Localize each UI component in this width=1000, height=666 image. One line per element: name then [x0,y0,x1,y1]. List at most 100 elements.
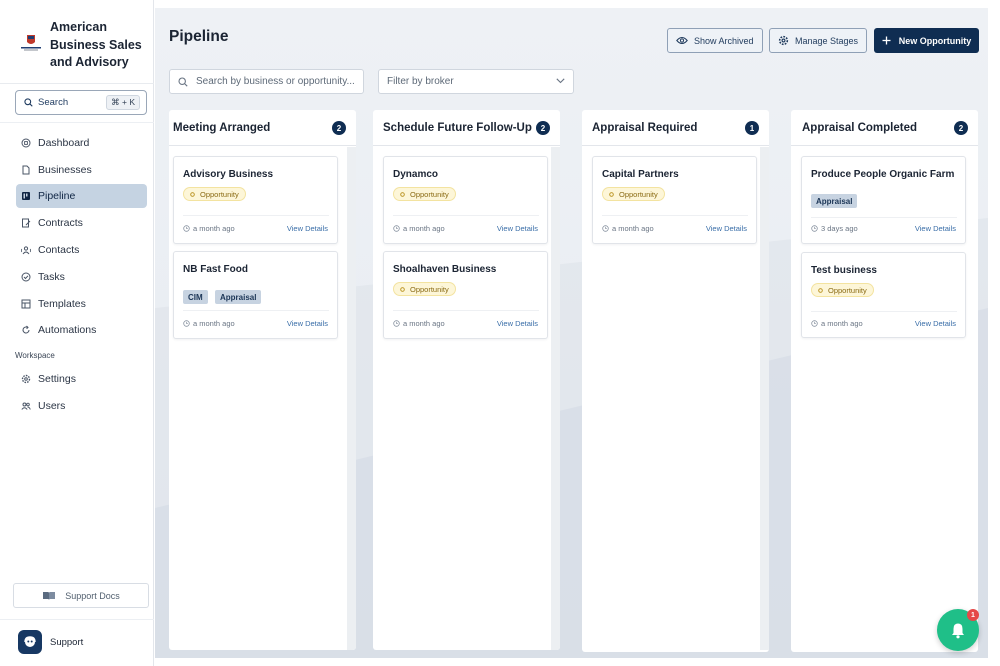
gear-icon [778,35,789,46]
opportunity-badge: Opportunity [393,187,456,201]
opportunity-card[interactable]: Dynamco Opportunity a month ago View Det… [383,156,548,244]
gear-icon [21,374,31,384]
view-details-link[interactable]: View Details [287,319,328,328]
pipeline-column: Appraisal Completed 2 Produce People Org… [791,110,978,652]
sidebar-item-businesses[interactable]: Businesses [16,158,147,182]
timestamp-label: a month ago [403,224,445,233]
opportunity-card[interactable]: Produce People Organic Farm Appraisal 3 … [801,156,966,244]
sidebar-item-tasks[interactable]: Tasks [16,265,147,289]
card-title: Dynamco [393,169,439,180]
sidebar-item-automations[interactable]: Automations [16,318,147,342]
sidebar-item-label: Businesses [38,164,92,176]
support-docs-label: Support Docs [65,590,120,601]
divider [0,122,154,123]
view-details-link[interactable]: View Details [915,224,956,233]
automation-icon [22,325,30,334]
new-opportunity-button[interactable]: New Opportunity [874,28,979,53]
pipeline-column: Meeting Arranged 2 Advisory Business Opp… [169,110,356,650]
tag-badge: CIM [183,290,208,304]
opportunity-badge: Opportunity [393,282,456,296]
book-icon [43,591,56,600]
sidebar-item-pipeline[interactable]: Pipeline [16,184,147,208]
column-title: Appraisal Completed [802,122,918,134]
column-header: Schedule Future Follow-Up 2 [373,110,560,146]
support-icon [24,636,36,647]
opportunity-badge: Opportunity [183,187,246,201]
tag-badge: Appraisal [811,194,858,208]
sidebar-item-users[interactable]: Users [16,394,147,418]
sidebar-item-dashboard[interactable]: Dashboard [16,131,147,155]
broker-filter-select[interactable]: Filter by broker [378,69,574,94]
timestamp-label: a month ago [193,319,235,328]
card-divider [811,217,957,218]
sidebar-item-label: Automations [38,324,97,336]
view-details-link[interactable]: View Details [915,319,956,328]
sidebar-search-label: Search [38,97,69,108]
support-avatar[interactable] [18,630,42,654]
sidebar-item-contacts[interactable]: Contacts [16,238,147,262]
column-count-badge: 2 [332,121,346,135]
column-body: Capital Partners Opportunity a month ago… [582,147,769,650]
card-timestamp: a month ago [602,224,654,233]
opportunity-card[interactable]: Shoalhaven Business Opportunity a month … [383,251,548,339]
column-count-badge: 2 [954,121,968,135]
timestamp-label: a month ago [193,224,235,233]
card-divider [183,215,329,216]
card-title: Shoalhaven Business [393,264,497,275]
lightbulb-icon [190,191,195,197]
workspace-label: Workspace [15,351,55,360]
timestamp-label: 3 days ago [821,224,858,233]
users-icon [21,402,31,410]
view-details-link[interactable]: View Details [287,224,328,233]
sidebar-search[interactable]: Search ⌘ + K [15,90,147,115]
brand: American Business Sales and Advisory [0,0,154,84]
timestamp-label: a month ago [821,319,863,328]
sidebar-item-label: Templates [38,298,86,310]
column-title: Appraisal Required [592,122,698,134]
lightbulb-icon [400,286,405,292]
badge-label: Opportunity [200,189,239,199]
notification-count-badge: 1 [967,609,979,621]
chevron-down-icon [556,78,565,84]
sidebar-item-contracts[interactable]: Contracts [16,211,147,235]
column-title: Schedule Future Follow-Up [383,122,532,134]
column-header: Meeting Arranged 2 [169,110,356,146]
page-title: Pipeline [169,28,229,45]
contacts-icon [21,246,31,255]
clock-icon [183,320,190,327]
sidebar-item-label: Tasks [38,271,65,283]
brand-logo [21,35,41,51]
new-opportunity-label: New Opportunity [898,35,972,46]
manage-stages-label: Manage Stages [795,35,859,46]
show-archived-button[interactable]: Show Archived [667,28,763,53]
sidebar-item-templates[interactable]: Templates [16,292,147,316]
timestamp-label: a month ago [403,319,445,328]
opportunity-search-input[interactable]: Search by business or opportunity... [169,69,364,94]
opportunity-card[interactable]: NB Fast Food CIM Appraisal a month ago V… [173,251,338,339]
sidebar-item-settings[interactable]: Settings [16,367,147,391]
manage-stages-button[interactable]: Manage Stages [769,28,868,53]
clock-icon [183,225,190,232]
view-details-link[interactable]: View Details [497,319,538,328]
clock-icon [393,225,400,232]
pipeline-column: Schedule Future Follow-Up 2 Dynamco Oppo… [373,110,560,650]
support-docs-button[interactable]: Support Docs [13,583,149,608]
opportunity-card[interactable]: Capital Partners Opportunity a month ago… [592,156,757,244]
opportunity-card[interactable]: Test business Opportunity a month ago Vi… [801,252,966,338]
lightbulb-icon [818,287,823,293]
card-divider [393,310,539,311]
search-placeholder: Search by business or opportunity... [196,76,355,87]
card-divider [393,215,539,216]
view-details-link[interactable]: View Details [497,224,538,233]
sidebar-item-label: Settings [38,373,76,385]
opportunity-card[interactable]: Advisory Business Opportunity a month ag… [173,156,338,244]
eye-icon [676,37,688,44]
card-divider [811,311,957,312]
view-details-link[interactable]: View Details [706,224,747,233]
pipeline-column: Appraisal Required 1 Capital Partners Op… [582,110,769,652]
timestamp-label: a month ago [612,224,654,233]
file-icon [22,165,30,175]
support-label[interactable]: Support [50,637,83,648]
bell-icon [952,623,964,638]
search-shortcut: ⌘ + K [106,95,140,110]
